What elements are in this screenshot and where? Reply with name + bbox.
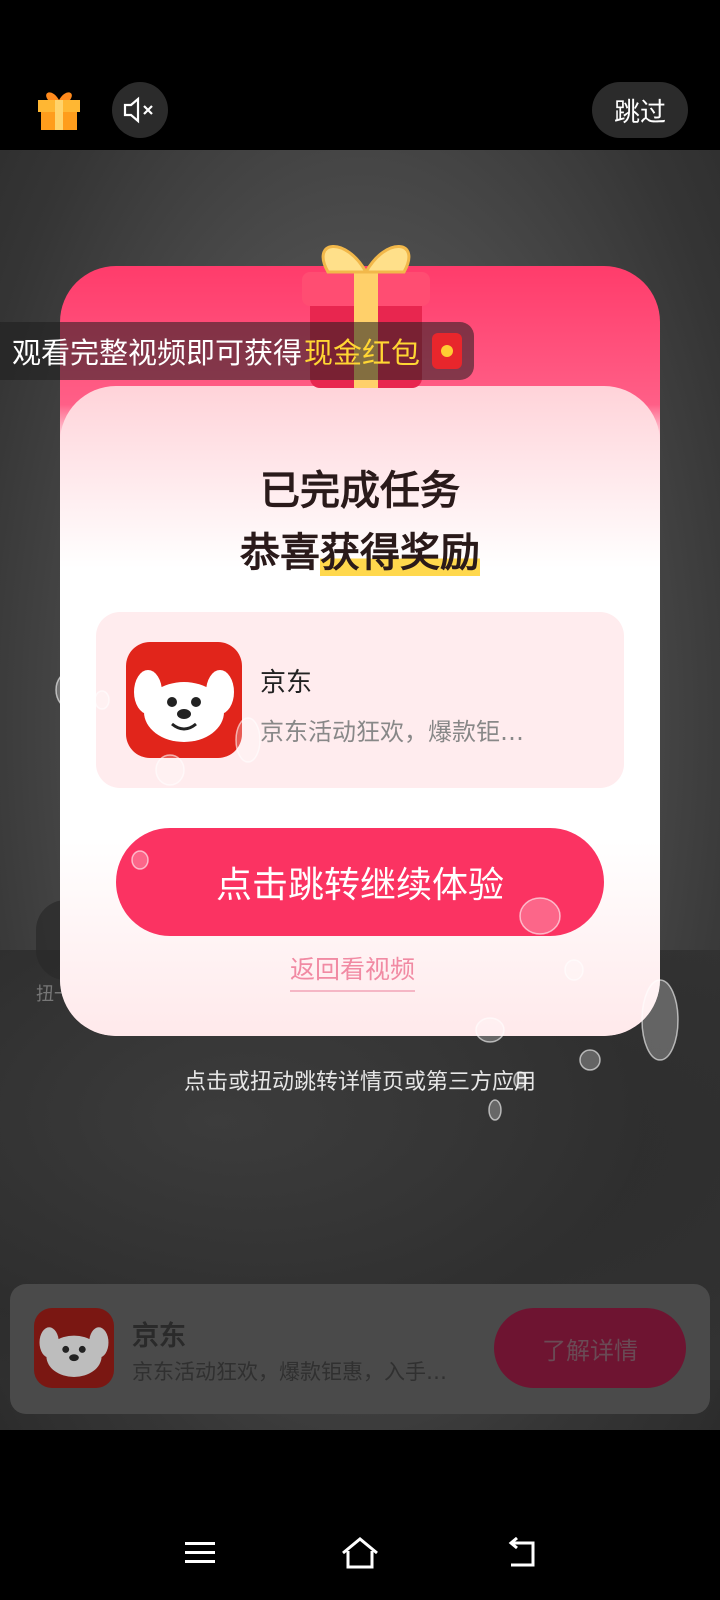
banner-text: 观看完整视频即可获得 <box>12 336 303 370</box>
red-envelope-icon <box>432 333 463 369</box>
menu-icon[interactable] <box>175 1528 225 1578</box>
home-icon[interactable] <box>335 1528 385 1578</box>
back-to-video-link[interactable]: 返回看视频 <box>290 950 416 992</box>
bottom-app-description: 京东活动狂欢，爆款钜惠，入手… <box>132 1360 447 1384</box>
back-icon[interactable] <box>496 1528 546 1578</box>
skip-button[interactable]: 跳过 <box>592 82 688 138</box>
app-card[interactable]: 京东 京东活动狂欢，爆款钜… <box>96 612 624 788</box>
continue-experience-button[interactable]: 点击跳转继续体验 <box>116 828 604 936</box>
dialog-title: 已完成任务 <box>260 468 460 514</box>
app-description: 京东活动狂欢，爆款钜… <box>260 718 524 746</box>
ad-bottom-card[interactable]: 京东 京东活动狂欢，爆款钜惠，入手… 了解详情 <box>10 1284 710 1414</box>
dialog-subtitle: 恭喜获得奖励 <box>60 520 660 578</box>
speaker-muted-icon <box>123 96 153 124</box>
interaction-hint: 点击或扭动跳转详情页或第三方应用 <box>183 1070 536 1095</box>
jd-logo-icon <box>126 642 242 758</box>
jd-logo-icon <box>34 1308 114 1388</box>
bottom-app-name: 京东 <box>132 1321 186 1352</box>
banner-highlight: 现金红包 <box>304 336 421 370</box>
reward-banner: 观看完整视频即可获得 现金红包 <box>0 322 475 380</box>
app-name: 京东 <box>260 668 313 698</box>
mute-button[interactable] <box>112 82 168 138</box>
subtitle-prefix: 恭喜 <box>240 530 320 576</box>
gift-icon[interactable] <box>34 84 84 134</box>
subtitle-highlight: 获得奖励 <box>320 530 480 576</box>
learn-more-button[interactable]: 了解详情 <box>494 1308 686 1388</box>
